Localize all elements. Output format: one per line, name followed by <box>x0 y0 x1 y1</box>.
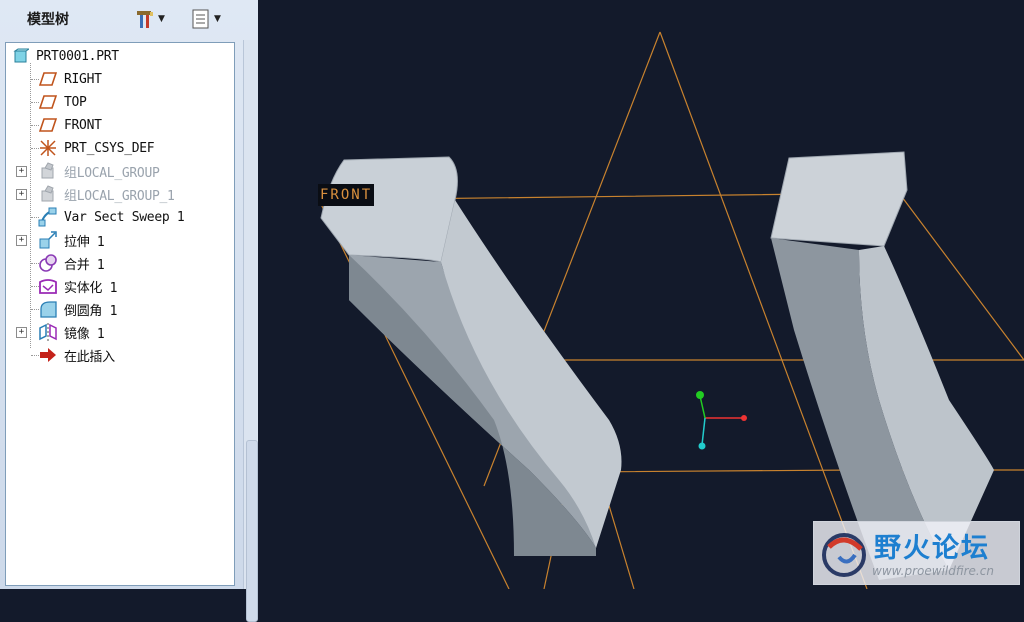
tree-item-label: PRT0001.PRT <box>36 48 119 64</box>
tree-item-label: 拉伸 1 <box>64 234 105 250</box>
datum-plane-icon <box>38 115 58 135</box>
left-sweep-body <box>320 156 622 556</box>
datum-plane-label: FRONT <box>318 184 375 206</box>
expand-toggle[interactable]: + <box>16 188 27 200</box>
model-tree-panel: 模型树 ▼ ▼ PRT0001.PRT RIGHT TOP FRONT PRT_… <box>0 0 258 622</box>
watermark-title: 野火论坛 <box>874 533 990 564</box>
solidify-icon <box>38 276 58 296</box>
right-sweep-body <box>770 151 994 580</box>
var-sect-sweep-icon <box>38 207 58 227</box>
chevron-down-icon: ▼ <box>158 14 165 24</box>
tree-item-label: PRT_CSYS_DEF <box>64 140 155 156</box>
panel-title: 模型树 <box>27 12 69 28</box>
tree-item-round[interactable]: 倒圆角 1 <box>6 298 232 320</box>
model-tree-header: 模型树 ▼ ▼ <box>0 0 258 38</box>
tree-item-mirror[interactable]: + 镜像 1 <box>6 321 232 343</box>
tree-item-front[interactable]: FRONT <box>6 114 232 136</box>
coordinate-triad <box>696 391 747 450</box>
part-icon <box>11 46 31 66</box>
tree-scrollbar[interactable] <box>243 40 258 622</box>
tools-settings-icon <box>137 11 153 28</box>
watermark-url: www.proewildfire.cn <box>872 564 994 578</box>
csys-icon <box>38 138 58 158</box>
settings-dropdown-button[interactable]: ▼ <box>134 6 165 32</box>
tree-item-top[interactable]: TOP <box>6 91 232 113</box>
forum-logo-icon <box>822 533 866 577</box>
tree-item-var-sect-sweep[interactable]: Var Sect Sweep 1 <box>6 206 232 228</box>
tree-item-solidify[interactable]: 实体化 1 <box>6 275 232 297</box>
expand-toggle[interactable]: + <box>16 234 27 246</box>
model-tree: PRT0001.PRT RIGHT TOP FRONT PRT_CSYS_DEF… <box>5 42 235 586</box>
show-dropdown-button[interactable]: ▼ <box>190 6 221 32</box>
forum-watermark: 野火论坛 www.proewildfire.cn <box>813 521 1020 585</box>
insert-here-arrow-icon <box>38 345 58 365</box>
model-view <box>318 31 1024 590</box>
scroll-thumb[interactable] <box>246 440 258 622</box>
round-icon <box>38 299 58 319</box>
datum-plane-icon <box>38 69 58 89</box>
graphics-viewport[interactable] <box>259 0 1024 590</box>
tree-item-local-group-1[interactable]: + 组LOCAL_GROUP_1 <box>6 183 232 205</box>
expand-toggle[interactable]: + <box>16 165 27 177</box>
tree-item-merge[interactable]: 合并 1 <box>6 252 232 274</box>
expand-toggle[interactable]: + <box>16 326 27 338</box>
local-group-icon <box>38 161 58 181</box>
tree-item-label: 倒圆角 1 <box>64 303 118 319</box>
merge-icon <box>38 253 58 273</box>
tree-item-label: TOP <box>64 94 87 110</box>
tree-item-label: FRONT <box>64 117 102 133</box>
tree-item-label: 在此插入 <box>64 349 115 365</box>
tree-show-icon <box>192 9 209 29</box>
datum-plane-icon <box>38 92 58 112</box>
mirror-icon <box>38 322 58 342</box>
tree-item-label: 组LOCAL_GROUP <box>64 165 160 181</box>
tree-item-label: 镜像 1 <box>64 326 105 342</box>
chevron-down-icon: ▼ <box>214 14 221 24</box>
tree-item-label: Var Sect Sweep 1 <box>64 209 185 225</box>
tree-item-right[interactable]: RIGHT <box>6 68 232 90</box>
tree-item-insert-here[interactable]: 在此插入 <box>6 344 232 366</box>
tree-item-csys[interactable]: PRT_CSYS_DEF <box>6 137 232 159</box>
tree-item-label: RIGHT <box>64 71 102 87</box>
tree-item-label: 实体化 1 <box>64 280 118 296</box>
local-group-icon <box>38 184 58 204</box>
tree-item-extrude[interactable]: + 拉伸 1 <box>6 229 232 251</box>
tree-item-label: 组LOCAL_GROUP_1 <box>64 188 175 204</box>
tree-item-label: 合并 1 <box>64 257 105 273</box>
extrude-icon <box>38 230 58 250</box>
tree-item-part[interactable]: PRT0001.PRT <box>6 45 232 67</box>
tree-item-local-group[interactable]: + 组LOCAL_GROUP <box>6 160 232 182</box>
